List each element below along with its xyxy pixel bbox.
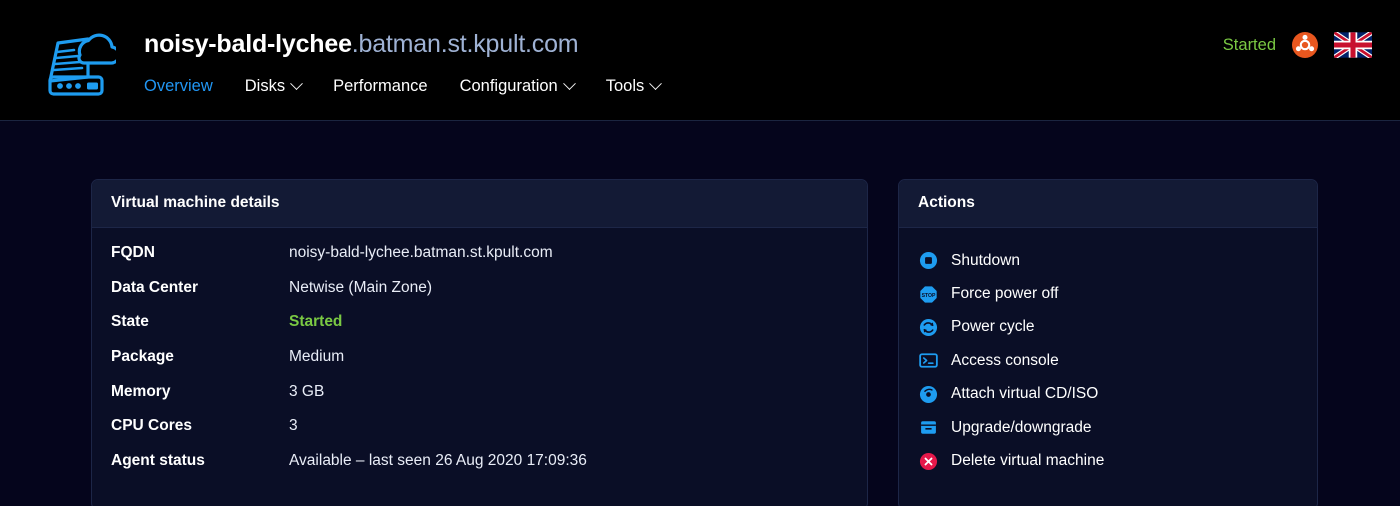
page-title-host: noisy-bald-lychee [144, 30, 352, 58]
action-label: Force power off [951, 285, 1059, 303]
detail-label: Data Center [111, 278, 198, 296]
page-title: noisy-bald-lychee.batman.st.kpult.com [144, 26, 660, 62]
detail-label: Memory [111, 382, 171, 400]
detail-label: FQDN [111, 244, 155, 261]
tab-configuration[interactable]: Configuration [459, 76, 576, 96]
chevron-down-icon [649, 76, 663, 90]
page-title-domain: .batman.st.kpult.com [351, 30, 579, 58]
stop-sign-icon: STOP [918, 284, 938, 304]
uk-flag-icon[interactable] [1334, 32, 1372, 58]
detail-row-fqdn: FQDN noisy-bald-lychee.batman.st.kpult.c… [111, 244, 848, 279]
actions-title: Actions [899, 180, 1317, 228]
tab-overview[interactable]: Overview [144, 77, 213, 96]
server-cloud-icon[interactable] [40, 24, 121, 98]
disc-icon [918, 384, 938, 404]
detail-row-package: Package Medium [111, 348, 848, 383]
action-access-console[interactable]: Access console [918, 344, 1298, 377]
detail-row-agent-status: Agent status Available – last seen 26 Au… [111, 452, 848, 487]
detail-row-data-center: Data Center Netwise (Main Zone) [111, 279, 848, 314]
action-label: Upgrade/downgrade [951, 418, 1092, 436]
tab-disks[interactable]: Disks [244, 76, 303, 96]
detail-label: CPU Cores [111, 417, 192, 435]
action-attach-cd-iso[interactable]: Attach virtual CD/ISO [918, 378, 1298, 411]
tab-performance-label: Performance [333, 76, 428, 95]
action-label: Power cycle [951, 318, 1035, 336]
terminal-icon [918, 351, 938, 371]
detail-row-memory: Memory 3 GB [111, 383, 848, 418]
detail-row-cpu-cores: CPU Cores 3 [111, 417, 848, 452]
box-archive-icon [918, 418, 938, 438]
tab-tools[interactable]: Tools [605, 76, 663, 96]
detail-value: Available – last seen 26 Aug 2020 17:09:… [289, 452, 587, 470]
tab-disks-label: Disks [244, 76, 286, 95]
chevron-down-icon [562, 76, 576, 90]
detail-value: Netwise (Main Zone) [289, 278, 432, 296]
detail-label: Agent status [111, 452, 205, 470]
status-badge: Started [1222, 35, 1276, 54]
detail-label: State [111, 313, 149, 331]
navbar-content: noisy-bald-lychee.batman.st.kpult.com Ov… [144, 26, 663, 101]
top-navbar: noisy-bald-lychee.batman.st.kpult.com Ov… [0, 0, 1400, 121]
actions-body: Shutdown STOP Force power off Power cycl… [899, 228, 1317, 498]
svg-text:STOP: STOP [921, 292, 935, 298]
detail-value: Medium [289, 348, 345, 366]
navbar-status-area: Started [1223, 32, 1372, 58]
vm-details-body: FQDN noisy-bald-lychee.batman.st.kpult.c… [92, 228, 867, 506]
refresh-circle-icon [918, 317, 938, 337]
action-power-cycle[interactable]: Power cycle [918, 311, 1298, 344]
tab-tools-label: Tools [605, 76, 645, 95]
action-label: Delete virtual machine [951, 452, 1105, 470]
power-stop-circle-icon [918, 251, 938, 271]
action-shutdown[interactable]: Shutdown [918, 244, 1298, 277]
detail-value: 3 [289, 417, 298, 435]
action-upgrade-downgrade[interactable]: Upgrade/downgrade [918, 411, 1298, 444]
tab-performance[interactable]: Performance [333, 77, 427, 96]
tab-configuration-label: Configuration [459, 76, 558, 95]
action-force-power-off[interactable]: STOP Force power off [918, 277, 1298, 310]
detail-value: 3 GB [289, 382, 325, 400]
vm-details-title: Virtual machine details [92, 180, 867, 228]
action-delete-vm[interactable]: Delete virtual machine [918, 444, 1298, 477]
delete-x-circle-icon [918, 451, 938, 471]
detail-row-state: State Started [111, 313, 848, 348]
main-content: Virtual machine details FQDN noisy-bald-… [0, 121, 1400, 506]
action-label: Attach virtual CD/ISO [951, 385, 1099, 403]
action-label: Shutdown [951, 251, 1020, 269]
nav-tabs: Overview Disks Performance Configuration… [144, 71, 663, 101]
action-label: Access console [951, 351, 1059, 369]
ubuntu-logo-icon [1292, 32, 1318, 58]
detail-value: noisy-bald-lychee.batman.st.kpult.com [289, 244, 553, 261]
detail-label: Package [111, 348, 174, 366]
actions-panel: Actions Shutdown STOP Force power off Po… [898, 179, 1318, 506]
chevron-down-icon [290, 76, 303, 90]
detail-value-state: Started [289, 313, 343, 331]
tab-overview-label: Overview [144, 76, 213, 95]
vm-details-panel: Virtual machine details FQDN noisy-bald-… [91, 179, 868, 506]
